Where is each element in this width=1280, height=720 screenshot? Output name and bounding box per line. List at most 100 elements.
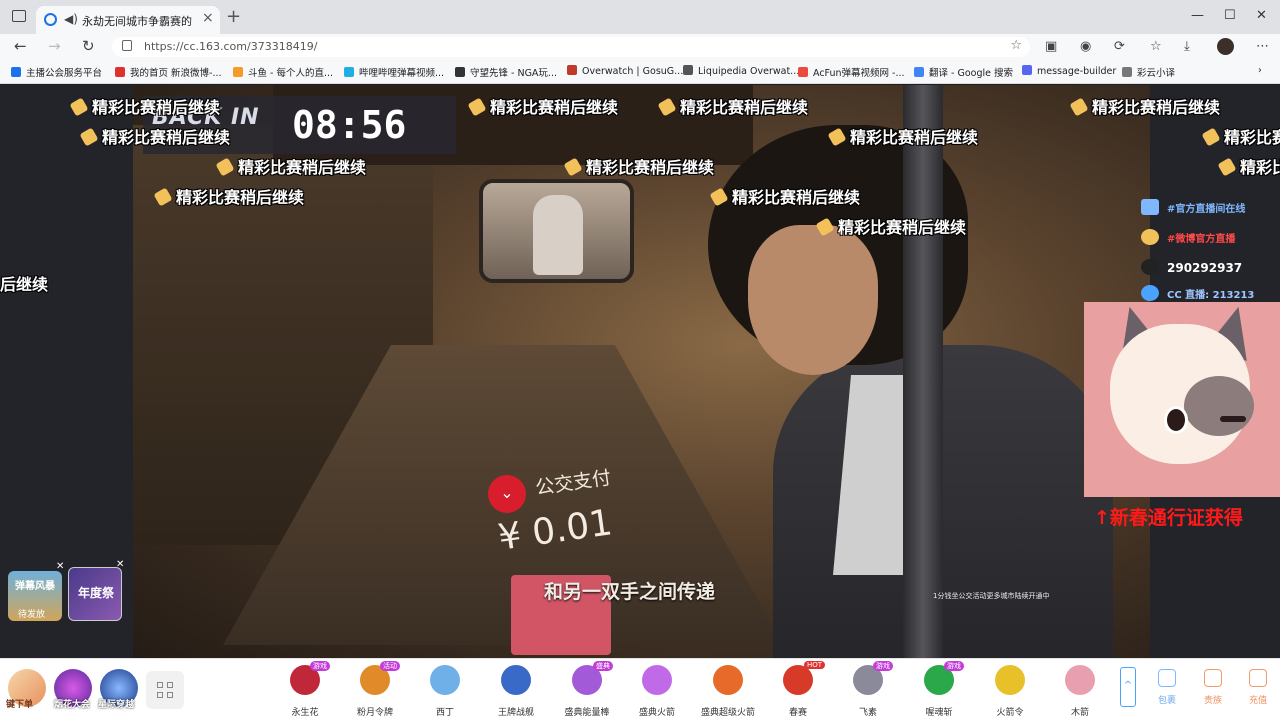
close-icon[interactable]: ✕ — [56, 561, 64, 572]
badge-title: 年度祭 — [77, 586, 114, 600]
sidebar-toggle-icon[interactable] — [12, 10, 26, 22]
bookmark-item[interactable]: 翻译 - Google 搜索 — [914, 65, 1013, 79]
countdown-timer: 08:56 — [292, 103, 407, 147]
gift-bar: 键下单 烟花大会 星际穿越 永生花 游戏 粉月令牌 活动 西丁 王牌战舰 盛典能… — [0, 658, 1280, 720]
close-icon[interactable]: ✕ — [116, 559, 124, 570]
package-icon — [1158, 669, 1176, 687]
gift-item[interactable]: 火箭令 — [980, 665, 1040, 718]
annual-festival-badge[interactable]: 年度祭 — [68, 567, 122, 621]
bookmark-item[interactable]: Overwatch | GosuG... — [567, 65, 683, 77]
tab-close-icon[interactable]: × — [202, 10, 214, 26]
gift-item[interactable]: 盛典火箭 — [627, 665, 687, 718]
more-apps-grid-icon[interactable] — [146, 671, 184, 709]
info-row-qq: 290292937 — [1141, 259, 1242, 275]
gift-icon — [1065, 665, 1095, 695]
scroll-up-button[interactable]: ^ — [1120, 667, 1136, 707]
gift-label: 飞素 — [858, 708, 877, 718]
add-favorite-icon[interactable]: ☆ — [1010, 38, 1022, 53]
gift-label: 春赛 — [788, 708, 807, 718]
gift-item[interactable]: 粉月令牌 — [345, 665, 405, 718]
danmu-badge-icon — [153, 187, 173, 207]
lock-icon[interactable] — [122, 40, 132, 51]
info-row-weibo: #微博官方直播 — [1141, 229, 1235, 245]
package-button[interactable]: 包裹 — [1147, 669, 1187, 706]
speaker-icon[interactable]: ◀) — [64, 12, 78, 26]
cc-icon — [1141, 285, 1159, 301]
danmu-badge-icon — [709, 187, 729, 207]
noble-button[interactable]: 贵族 — [1193, 669, 1233, 706]
danmu-comment: 精彩比赛稍后继续 — [709, 184, 860, 208]
info-row-cc: CC 直播: 213213 — [1141, 285, 1254, 301]
noble-icon — [1204, 669, 1222, 687]
gift-item[interactable]: 盛典超级火箭 — [698, 665, 758, 718]
gift-item[interactable]: 喔魂斩 — [909, 665, 969, 718]
danmu-badge-icon — [79, 127, 99, 147]
gift-label: 盛典能量棒 — [564, 708, 610, 718]
reload-icon[interactable]: ↻ — [82, 37, 95, 55]
bookmark-icon — [683, 65, 693, 75]
gift-item[interactable]: 西丁 — [415, 665, 475, 718]
close-window-button[interactable]: ✕ — [1256, 8, 1267, 23]
bookmark-item[interactable]: 守望先锋 - NGA玩... — [455, 65, 557, 79]
danmu-badge-icon — [657, 97, 677, 117]
maximize-button[interactable]: ☐ — [1224, 8, 1236, 23]
minimize-button[interactable]: — — [1191, 8, 1204, 23]
danmu-badge-icon — [1069, 97, 1089, 117]
gift-item[interactable]: 飞素 — [838, 665, 898, 718]
danmu-comment: 精彩比赛稍后继续 — [1217, 154, 1280, 178]
bookmark-icon — [344, 67, 354, 77]
gift-item[interactable]: 王牌战舰 — [486, 665, 546, 718]
gift-item[interactable]: 永生花 — [275, 665, 335, 718]
promo-text[interactable]: ↑新春通行证获得 — [1094, 503, 1243, 530]
bookmark-item[interactable]: Liquipedia Overwat... — [683, 65, 799, 77]
bus-pole — [903, 85, 943, 658]
live-stream-area[interactable]: ⌄ 公交支付 ¥ 0.01 和另一双手之间传递 1分钱坐公交活动更多城市陆续开通… — [0, 85, 1280, 658]
bookmark-icon — [798, 67, 808, 77]
gift-icon — [713, 665, 743, 695]
bookmark-item[interactable]: 彩云小译 — [1122, 65, 1175, 79]
bookmarks-bar: 主播公会服务平台 我的首页 新浪微博-... 斗鱼 - 每个人的直... 哔哩哔… — [0, 60, 1280, 84]
gift-label: 粉月令牌 — [356, 708, 393, 718]
gift-item[interactable]: 春赛 — [768, 665, 828, 718]
reader-icon[interactable]: ▣ — [1045, 39, 1057, 54]
bookmark-item[interactable]: AcFun弹幕视频网 -... — [798, 65, 905, 79]
danmu-comment: 精彩比赛稍后继续 — [69, 94, 220, 118]
danmu-comment-partial: 后继续 — [0, 275, 49, 294]
danmu-comment: 精彩比赛稍后继续 — [153, 184, 304, 208]
gift-tag: 游戏 — [873, 661, 893, 671]
bookmark-item[interactable]: 哔哩哔哩弹幕视频... — [344, 65, 444, 79]
back-icon[interactable]: ← — [14, 37, 27, 55]
bookmarks-overflow-icon[interactable]: › — [1258, 65, 1262, 76]
danmu-badge-icon — [1217, 157, 1237, 177]
bookmark-icon — [11, 67, 21, 77]
app-label: 键下单 — [6, 700, 34, 710]
danmu-badge-icon — [467, 97, 487, 117]
forward-icon[interactable]: → — [48, 37, 61, 55]
gift-label: 西丁 — [435, 708, 454, 718]
tv-icon — [1141, 199, 1159, 215]
profile-avatar[interactable] — [1217, 38, 1234, 55]
bookmark-item[interactable]: message-builder — [1022, 65, 1116, 77]
more-menu-icon[interactable]: ⋯ — [1256, 39, 1269, 54]
browser-tab-bar: ◀) 永劫无间城市争霸赛的永劫 × + — ☐ ✕ — [0, 0, 1280, 34]
extension-icon[interactable]: ◉ — [1080, 39, 1091, 54]
favorites-icon[interactable]: ☆ — [1150, 39, 1162, 54]
gift-label: 喔魂斩 — [925, 708, 953, 718]
downloads-icon[interactable]: ⤓ — [1184, 39, 1190, 54]
browser-tab[interactable]: ◀) 永劫无间城市争霸赛的永劫 × — [36, 6, 220, 34]
danmu-comment: 精彩比赛稍后继续 — [79, 124, 230, 148]
bookmark-item[interactable]: 我的首页 新浪微博-... — [115, 65, 222, 79]
gift-item[interactable]: 盛典能量棒 — [557, 665, 617, 718]
cat-mascot-card[interactable] — [1084, 301, 1280, 497]
new-tab-button[interactable]: + — [226, 6, 241, 27]
url-field[interactable]: https://cc.163.com/373318419/ ☆ — [112, 37, 1030, 57]
gift-label: 火箭令 — [996, 708, 1024, 718]
gift-icon — [995, 665, 1025, 695]
gift-item[interactable]: 木箭 — [1050, 665, 1110, 718]
danmu-badge-icon — [563, 157, 583, 177]
bookmark-item[interactable]: 主播公会服务平台 — [11, 65, 102, 79]
refresh-extension-icon[interactable]: ⟳ — [1114, 39, 1125, 54]
bookmark-item[interactable]: 斗鱼 - 每个人的直... — [233, 65, 333, 79]
recharge-button[interactable]: 充值 — [1238, 669, 1278, 706]
tab-title: 永劫无间城市争霸赛的永劫 — [82, 15, 192, 28]
